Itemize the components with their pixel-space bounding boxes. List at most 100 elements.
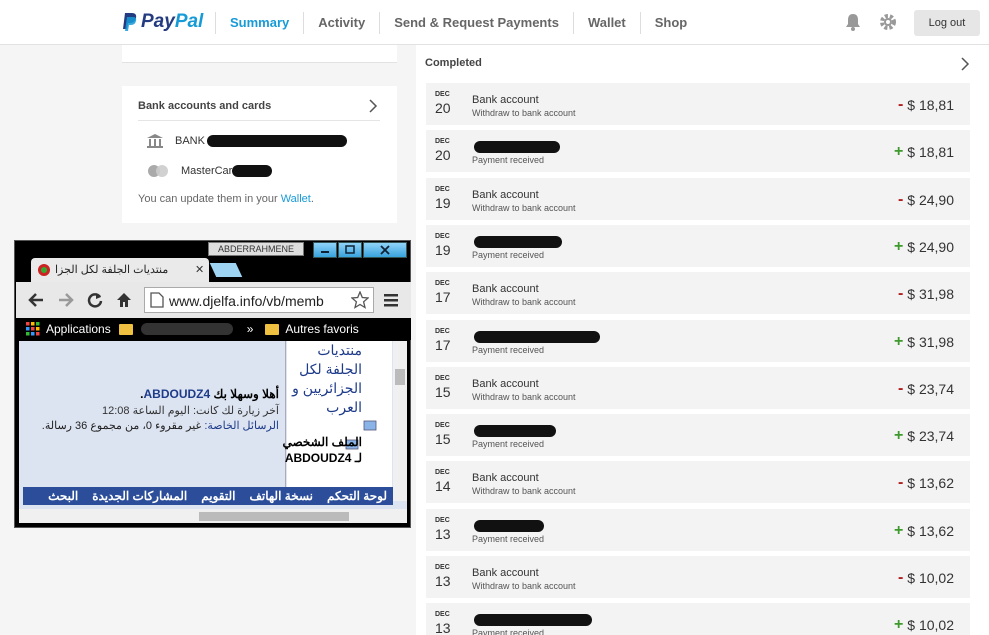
tx-amount: - $ 13,62: [898, 474, 954, 492]
tx-month: DEC: [435, 138, 450, 145]
tx-amount: + $ 13,62: [894, 522, 954, 540]
bank-accounts-title: Bank accounts and cards: [138, 100, 272, 112]
restore-icon: [345, 245, 355, 254]
back-icon[interactable]: [27, 291, 45, 309]
tx-description: Withdraw to bank account: [472, 203, 576, 213]
tx-day: 20: [435, 147, 451, 163]
tx-amount: - $ 10,02: [898, 569, 954, 587]
more-bookmarks[interactable]: »: [247, 322, 254, 336]
transaction-row[interactable]: DEC 20 Bank account Withdraw to bank accoun…: [426, 83, 970, 125]
new-tab-button[interactable]: [209, 263, 243, 277]
username-link[interactable]: ABDOUDZ4: [144, 387, 211, 401]
bookmark-star-icon[interactable]: [351, 291, 369, 309]
transaction-row[interactable]: DEC 13 Payment received + $ 10,02: [426, 603, 970, 635]
tx-amount: - $ 23,74: [898, 380, 954, 398]
other-bookmarks[interactable]: Autres favoris: [265, 322, 359, 336]
forward-icon[interactable]: [57, 291, 75, 309]
tx-name: Bank account: [472, 283, 539, 295]
folder-bookmark[interactable]: [118, 323, 233, 335]
browser-tab[interactable]: منتديات الجلفة لكل الجزا ✕: [31, 258, 209, 282]
maximize-button[interactable]: [338, 242, 362, 258]
main-nav: Summary Activity Send & Request Payments…: [215, 0, 701, 45]
minus-icon: -: [897, 474, 904, 491]
apps-bookmark[interactable]: Applications: [26, 322, 111, 336]
forum-nav-item[interactable]: التقويم: [201, 489, 235, 503]
bank-account-row[interactable]: BANK: [146, 131, 347, 151]
nav-activity[interactable]: Activity: [303, 11, 379, 34]
tx-name: Bank account: [472, 94, 539, 106]
chrome-window: ABDERRAHMENE منتديات الجلفة لكل الجزا ✕: [14, 240, 411, 528]
wallet-note: You can update them in your Wallet.: [138, 193, 314, 205]
redaction: [474, 236, 562, 248]
tx-day: 14: [435, 478, 451, 494]
transaction-row[interactable]: DEC 13 Payment received + $ 13,62: [426, 509, 970, 551]
tx-amount: + $ 24,90: [894, 238, 954, 256]
forum-nav-item[interactable]: المشاركات الجديدة: [92, 489, 187, 503]
transaction-row[interactable]: DEC 20 Payment received + $ 18,81: [426, 130, 970, 172]
transaction-row[interactable]: DEC 17 Payment received + $ 31,98: [426, 320, 970, 362]
apps-grid-icon: [26, 322, 40, 336]
chevron-right-icon[interactable]: [960, 57, 970, 71]
bank-label: BANK: [175, 135, 205, 147]
minus-icon: -: [897, 569, 904, 586]
plus-icon: +: [893, 522, 904, 539]
transaction-row[interactable]: DEC 15 Bank account Withdraw to bank accoun…: [426, 367, 970, 409]
nav-shop[interactable]: Shop: [639, 11, 702, 34]
address-bar[interactable]: www.djelfa.info/vb/memb: [144, 287, 374, 313]
forum-nav-item[interactable]: البحث: [48, 489, 78, 503]
logo-pal: Pal: [174, 11, 204, 32]
tx-amount: + $ 31,98: [894, 333, 954, 351]
tx-description: Payment received: [472, 345, 545, 355]
wallet-link[interactable]: Wallet: [281, 193, 311, 205]
bank-accounts-card: Bank accounts and cards BANK MasterCard …: [122, 86, 397, 223]
forum-nav-item[interactable]: لوحة التحكم: [327, 489, 387, 503]
window-user-badge: ABDERRAHMENE: [208, 242, 304, 256]
plus-icon: +: [893, 333, 904, 350]
forum-navbar: لوحة التحكم نسخة الهاتف التقويم المشاركات ا…: [23, 487, 393, 505]
vertical-scrollbar[interactable]: [393, 341, 407, 501]
reload-icon[interactable]: [86, 291, 104, 309]
bell-icon[interactable]: [843, 12, 863, 32]
transaction-row[interactable]: DEC 15 Payment received + $ 23,74: [426, 414, 970, 456]
tx-month: DEC: [435, 469, 450, 476]
logout-button[interactable]: Log out: [914, 10, 980, 36]
redaction: [232, 165, 273, 177]
tx-month: DEC: [435, 233, 450, 240]
home-icon[interactable]: [115, 291, 133, 309]
transaction-row[interactable]: DEC 17 Bank account Withdraw to bank accoun…: [426, 272, 970, 314]
chevron-right-icon[interactable]: [368, 99, 378, 113]
scroll-thumb[interactable]: [395, 369, 405, 385]
horizontal-scrollbar[interactable]: [19, 509, 407, 523]
summary-card-remnant: [122, 45, 397, 63]
other-bookmarks-label: Autres favoris: [285, 322, 359, 336]
minimize-button[interactable]: [313, 242, 337, 258]
transaction-row[interactable]: DEC 14 Bank account Withdraw to bank accoun…: [426, 461, 970, 503]
transaction-row[interactable]: DEC 19 Payment received + $ 24,90: [426, 225, 970, 267]
tx-day: 15: [435, 431, 451, 447]
transaction-row[interactable]: DEC 19 Bank account Withdraw to bank accoun…: [426, 178, 970, 220]
tab-close-icon[interactable]: ✕: [195, 263, 204, 276]
paypal-logo[interactable]: Pay Pal: [122, 11, 203, 33]
nav-send-request[interactable]: Send & Request Payments: [379, 11, 573, 34]
tx-day: 19: [435, 195, 451, 211]
pm-text: غير مقروء 0، من مجموع 36 رسالة.: [41, 420, 205, 432]
gear-icon[interactable]: [878, 12, 898, 32]
top-header: Pay Pal Summary Activity Send & Request P…: [0, 0, 989, 45]
forum-title-link[interactable]: منتديات الجلفة لكل الجزائريين و العرب: [282, 341, 362, 417]
tx-name: Bank account: [472, 472, 539, 484]
close-window-button[interactable]: [363, 242, 407, 258]
h-scroll-thumb[interactable]: [199, 512, 349, 521]
forum-nav-item[interactable]: نسخة الهاتف: [249, 489, 313, 503]
page-content: أهلا وسهلا بك ABDOUDZ4. آخر زيارة لك كان…: [19, 341, 407, 511]
nav-summary[interactable]: Summary: [215, 11, 303, 34]
tx-amount-value: $ 24,90: [907, 192, 954, 208]
nav-wallet[interactable]: Wallet: [572, 11, 640, 34]
url-text: www.djelfa.info/vb/memb: [169, 293, 324, 309]
pm-link[interactable]: الرسائل الخاصة:: [204, 420, 279, 432]
card-row[interactable]: MasterCard: [146, 161, 273, 181]
tx-day: 13: [435, 620, 451, 635]
transaction-row[interactable]: DEC 13 Bank account Withdraw to bank accoun…: [426, 556, 970, 598]
tx-description: Withdraw to bank account: [472, 108, 576, 118]
menu-icon[interactable]: [382, 291, 400, 309]
forum-header-panel: منتديات الجلفة لكل الجزائريين و العرب ال…: [282, 341, 392, 487]
